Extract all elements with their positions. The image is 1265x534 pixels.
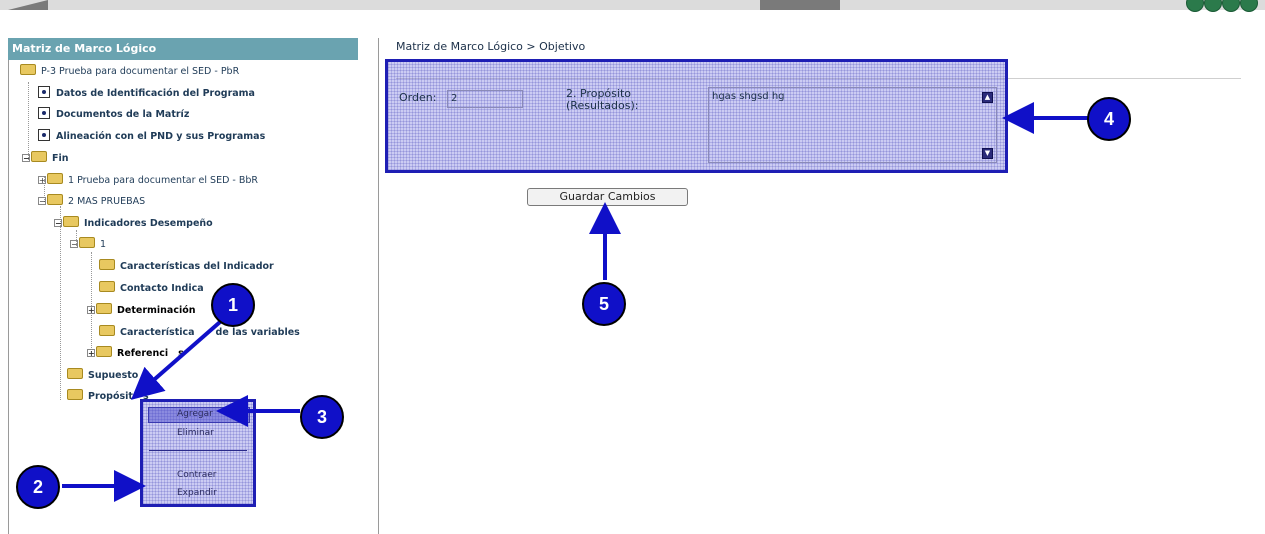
callout-3: 3 [300,395,344,439]
callout-5: 5 [582,282,626,326]
callout-1: 1 [211,283,255,327]
annotation-arrows [62,102,1090,502]
callout-2: 2 [16,465,60,509]
callout-4: 4 [1087,97,1131,141]
arrow-1 [130,320,222,400]
